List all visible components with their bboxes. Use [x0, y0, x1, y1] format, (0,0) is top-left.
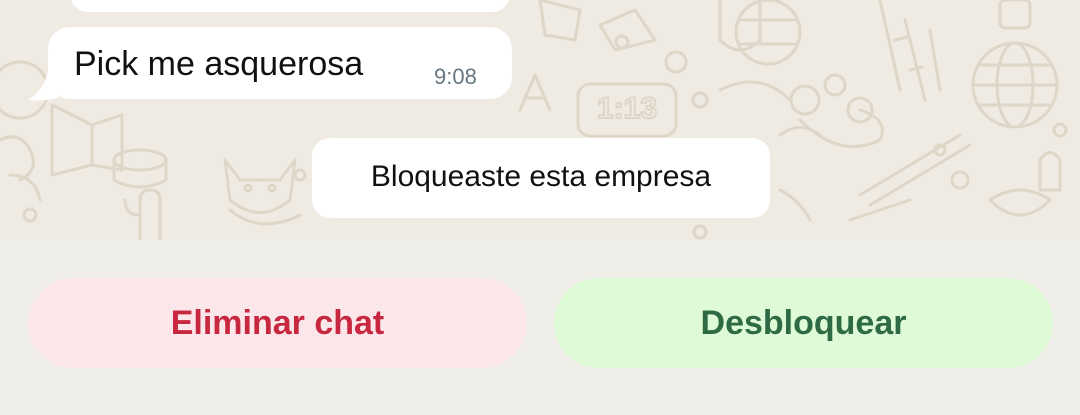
previous-message-bubble[interactable] [70, 0, 510, 12]
chat-area[interactable]: 1:13 Pick me asquerosa 9:08 Bloqueaste e… [0, 0, 1080, 240]
unblock-button[interactable]: Desbloquear [554, 278, 1053, 368]
message-timestamp: 9:08 [434, 64, 477, 89]
delete-chat-button[interactable]: Eliminar chat [28, 278, 527, 368]
message-text: Pick me asquerosa [74, 45, 364, 83]
incoming-message-bubble[interactable]: Pick me asquerosa 9:08 [48, 27, 512, 99]
system-message-text: Bloqueaste esta empresa [370, 160, 712, 193]
wallpaper-clock-text: 1:13 [597, 92, 657, 125]
system-message-pill: Bloqueaste esta empresa [312, 138, 770, 218]
